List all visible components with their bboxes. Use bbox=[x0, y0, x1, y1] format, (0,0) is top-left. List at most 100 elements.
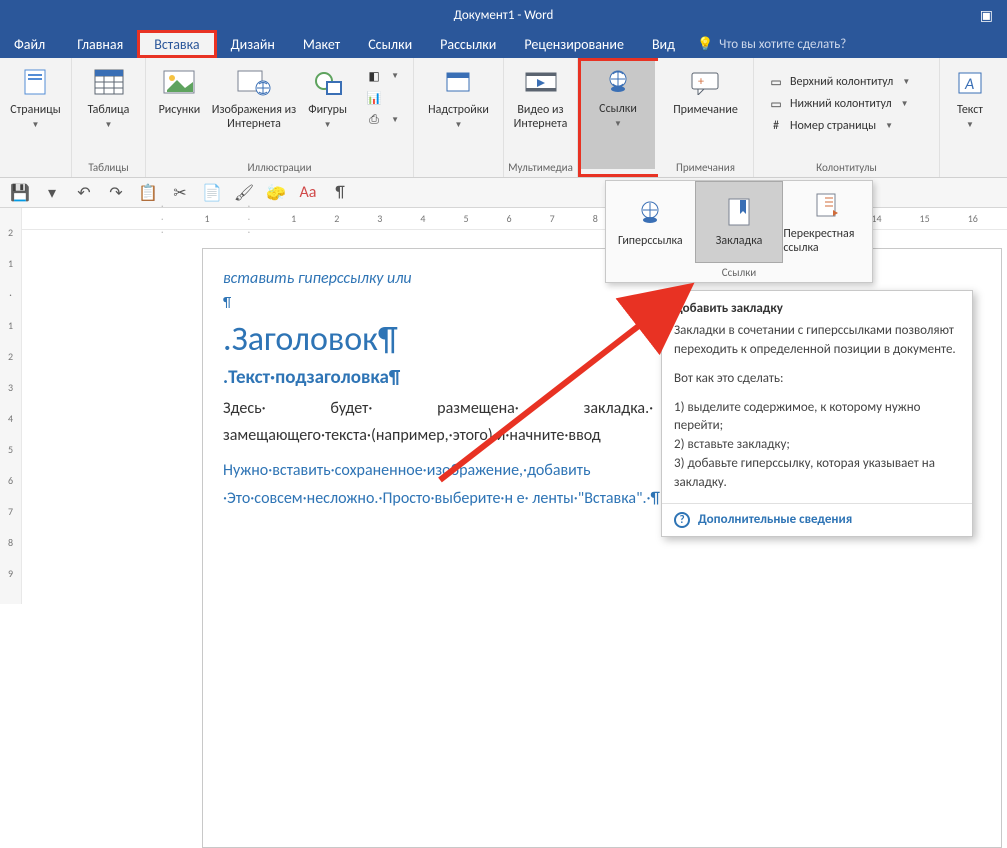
group-headerfooter-label: Колонтитулы bbox=[754, 159, 939, 177]
video-icon bbox=[524, 66, 558, 100]
online-pictures-icon bbox=[237, 66, 271, 100]
tooltip-more-label: Дополнительные сведения bbox=[698, 512, 852, 527]
textbox-icon: A bbox=[953, 66, 987, 100]
tooltip-more-info-link[interactable]: ? Дополнительные сведения bbox=[662, 503, 972, 536]
dropdown-icon: ▼ bbox=[966, 120, 974, 130]
redo-icon[interactable]: ↷ bbox=[106, 183, 126, 203]
tab-layout[interactable]: Макет bbox=[289, 30, 354, 58]
dropdown-icon: ▼ bbox=[885, 121, 893, 131]
addins-label: Надстройки bbox=[428, 104, 489, 118]
svg-text:+: + bbox=[698, 75, 704, 89]
header-icon: ▭ bbox=[768, 74, 784, 90]
lightbulb-icon: 💡 bbox=[697, 37, 713, 52]
footer-label: Нижний колонтитул bbox=[790, 97, 892, 111]
tooltip-p2: Вот как это сделать: bbox=[674, 370, 960, 389]
crossreference-icon bbox=[815, 189, 841, 223]
online-video-button[interactable]: Видео из Интернета bbox=[508, 62, 573, 136]
tab-file[interactable]: Файл bbox=[0, 30, 63, 58]
pages-icon bbox=[19, 66, 53, 100]
vertical-ruler[interactable]: 21·123456789 bbox=[0, 208, 22, 604]
text-button[interactable]: A Текст ▼ bbox=[944, 62, 996, 134]
hyperlink-label: Гиперссылка bbox=[618, 234, 683, 248]
pictures-icon bbox=[162, 66, 196, 100]
smartart-icon: ◧ bbox=[366, 68, 382, 84]
pictures-button[interactable]: Рисунки bbox=[150, 62, 209, 122]
comment-icon: + bbox=[689, 66, 723, 100]
tab-insert[interactable]: Вставка bbox=[137, 30, 216, 58]
ribbon: Страницы ▼ Таблица ▼ Таблицы Рисунки Изо… bbox=[0, 58, 1007, 178]
ribbon-display-options-icon[interactable]: ▣ bbox=[980, 7, 993, 24]
addins-button[interactable]: Надстройки ▼ bbox=[418, 62, 499, 134]
ribbon-tabs: Файл Главная Вставка Дизайн Макет Ссылки… bbox=[0, 30, 1007, 58]
smartart-button[interactable]: ◧▼ bbox=[362, 66, 403, 86]
paste-icon[interactable]: 📋 bbox=[138, 183, 158, 203]
chart-button[interactable]: 📊 bbox=[362, 88, 403, 108]
show-marks-icon[interactable]: ¶ bbox=[330, 183, 350, 203]
tell-me-search[interactable]: 💡 Что вы хотите сделать? bbox=[697, 30, 846, 58]
header-label: Верхний колонтитул bbox=[790, 75, 893, 89]
comment-button[interactable]: + Примечание bbox=[662, 62, 749, 122]
bookmark-button[interactable]: Закладка bbox=[695, 181, 784, 263]
tab-design[interactable]: Дизайн bbox=[217, 30, 289, 58]
gallery-group-label: Ссылки bbox=[606, 263, 872, 282]
page-number-label: Номер страницы bbox=[790, 119, 876, 133]
tab-view[interactable]: Вид bbox=[638, 30, 689, 58]
cut-icon[interactable]: ✂ bbox=[170, 183, 190, 203]
tooltip-step3: 3) добавьте гиперссылку, которая указыва… bbox=[674, 455, 960, 493]
shapes-button[interactable]: Фигуры ▼ bbox=[299, 62, 356, 134]
header-button[interactable]: ▭Верхний колонтитул▼ bbox=[764, 72, 914, 92]
online-pictures-label: Изображения из Интернета bbox=[209, 104, 299, 132]
customize-qat-icon[interactable]: ▾ bbox=[42, 183, 62, 203]
tab-review[interactable]: Рецензирование bbox=[510, 30, 638, 58]
tab-mailings[interactable]: Рассылки bbox=[426, 30, 510, 58]
shapes-icon bbox=[311, 66, 345, 100]
dropdown-icon: ▼ bbox=[105, 120, 113, 130]
tooltip-step1: 1) выделите содержимое, к которому нужно… bbox=[674, 399, 960, 437]
hyperlink-icon bbox=[635, 196, 665, 230]
undo-icon[interactable]: ↶ bbox=[74, 183, 94, 203]
dropdown-icon: ▼ bbox=[32, 120, 40, 130]
help-icon: ? bbox=[674, 512, 690, 528]
online-pictures-button[interactable]: Изображения из Интернета bbox=[209, 62, 299, 136]
copy-icon[interactable]: 📄 bbox=[202, 183, 222, 203]
tell-me-placeholder: Что вы хотите сделать? bbox=[719, 37, 846, 52]
crossreference-label: Перекрестная ссылка bbox=[783, 227, 872, 255]
bookmark-label: Закладка bbox=[716, 234, 763, 248]
footer-button[interactable]: ▭ Нижний колонтитул ▼ bbox=[764, 94, 914, 114]
pagenumber-icon: # bbox=[768, 118, 784, 134]
video-label: Видео из Интернета bbox=[508, 104, 573, 132]
comment-label: Примечание bbox=[673, 104, 738, 118]
group-label bbox=[940, 172, 1000, 177]
shapes-label: Фигуры bbox=[308, 104, 347, 118]
links-icon bbox=[601, 65, 635, 99]
tab-home[interactable]: Главная bbox=[63, 30, 137, 58]
title-bar: Документ1 - Word ▣ bbox=[0, 0, 1007, 30]
group-media-label: Мультимедиа bbox=[504, 159, 577, 177]
spellcheck-icon[interactable]: Aa bbox=[298, 183, 318, 203]
chart-icon: 📊 bbox=[366, 90, 382, 106]
screenshot-button[interactable]: ⎙▼ bbox=[362, 110, 403, 130]
text-label: Текст bbox=[957, 104, 983, 118]
dropdown-icon: ▼ bbox=[901, 99, 909, 109]
footer-icon: ▭ bbox=[768, 96, 784, 112]
group-label bbox=[0, 172, 71, 177]
pages-button[interactable]: Страницы ▼ bbox=[4, 62, 67, 134]
group-illustrations-label: Иллюстрации bbox=[146, 159, 413, 177]
eraser-icon[interactable]: 🧽 bbox=[266, 183, 286, 203]
illustration-small-buttons: ◧▼ 📊 ⎙▼ bbox=[356, 62, 409, 134]
tooltip-step2: 2) вставьте закладку; bbox=[674, 436, 960, 455]
links-label: Ссылки bbox=[599, 103, 637, 117]
page-number-button[interactable]: # Номер страницы ▼ bbox=[764, 116, 914, 136]
save-icon[interactable]: 💾 bbox=[10, 183, 30, 203]
bookmark-tooltip: Добавить закладку Закладки в сочетании с… bbox=[661, 290, 973, 537]
crossreference-button[interactable]: Перекрестная ссылка bbox=[783, 181, 872, 263]
svg-text:A: A bbox=[964, 75, 974, 94]
tooltip-body: Закладки в сочетании с гиперссылками поз… bbox=[662, 322, 972, 503]
table-button[interactable]: Таблица ▼ bbox=[76, 62, 141, 134]
hyperlink-button[interactable]: Гиперссылка bbox=[606, 181, 695, 263]
dropdown-icon: ▼ bbox=[324, 120, 332, 130]
table-label: Таблица bbox=[88, 104, 130, 118]
links-split-button[interactable]: Ссылки ▼ bbox=[581, 61, 655, 169]
group-tables-label: Таблицы bbox=[72, 159, 145, 177]
tab-references[interactable]: Ссылки bbox=[354, 30, 426, 58]
